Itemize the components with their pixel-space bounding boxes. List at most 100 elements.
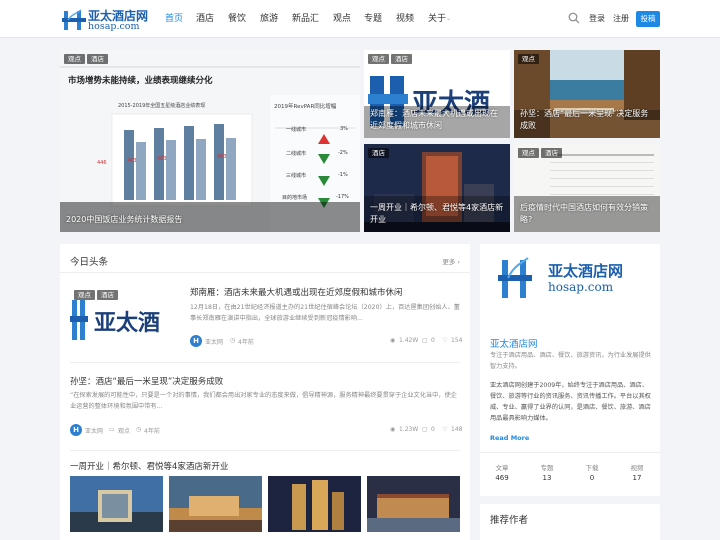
article-3-image-3[interactable]	[268, 476, 361, 532]
hero-card-1-title[interactable]: 郑南雁：酒店未来最大机遇或出现在近郊度假和城市休闲	[370, 108, 504, 132]
article-1-author[interactable]: 亚太网	[205, 337, 223, 346]
submit-article-button[interactable]: 投稿	[636, 11, 660, 27]
revpar-title: 2019年RevPAR同比增幅	[274, 104, 337, 110]
article-3-image-1[interactable]	[70, 476, 163, 532]
article-1-time: 4年前	[238, 339, 254, 346]
stat-videos-count[interactable]: 17	[615, 474, 659, 482]
clock-icon: ◷	[136, 426, 142, 433]
hero-chart-value: 483	[157, 156, 167, 162]
article-2-likes: 148	[451, 426, 463, 433]
read-more-link[interactable]: Read More	[490, 434, 529, 442]
tag-opinion[interactable]: 观点	[368, 54, 389, 64]
chevron-down-icon[interactable]: ⌄	[446, 0, 451, 38]
revpar-value: 3%	[340, 126, 348, 132]
nav-opinion[interactable]: 观点	[333, 0, 351, 38]
hero-image-heading: 市场增势未能持续，业绩表现继续分化	[68, 76, 213, 86]
article-1-title[interactable]: 郑南雁：酒店未来最大机遇或出现在近郊度假和城市休闲	[190, 286, 403, 298]
sidebar-logo-h-icon	[498, 257, 532, 298]
login-link[interactable]: 登录	[589, 13, 605, 24]
revpar-city: 一线城市	[286, 127, 307, 133]
tag-opinion[interactable]: 观点	[518, 148, 539, 158]
nav-dining[interactable]: 餐饮	[228, 0, 246, 38]
tag-hotel[interactable]: 酒店	[97, 290, 118, 300]
like-icon: ♡	[442, 426, 448, 433]
revpar-city: 三线城市	[286, 173, 307, 179]
tag-opinion[interactable]: 观点	[74, 290, 95, 300]
article-1-excerpt: 12月18日，在由21世纪经济报道主办的21世纪住宿峰会论坛（2020）上，百达…	[190, 304, 460, 322]
tag-hotel[interactable]: 酒店	[368, 148, 389, 158]
hero-card-2-title[interactable]: 孙坚：酒店“最后一米呈现”决定服务成败	[520, 108, 654, 132]
register-link[interactable]: 注册	[613, 13, 629, 24]
revpar-value: -2%	[338, 150, 348, 156]
article-3-image-2[interactable]	[169, 476, 262, 532]
nav-new-products[interactable]: 新品汇	[292, 0, 319, 38]
nav-topics[interactable]: 专题	[364, 0, 382, 38]
hero-chart-value: 446	[97, 160, 107, 166]
search-icon[interactable]	[568, 12, 580, 24]
logo-h-icon	[62, 9, 86, 30]
article-3-image-4[interactable]	[367, 476, 460, 532]
hero-main-card[interactable]: 市场增势未能持续，业绩表现继续分化 2015-2019年全国五星级酒店业绩表现 …	[60, 50, 360, 232]
section-title: 推荐作者	[490, 515, 529, 526]
hero-card-2[interactable]: 观点 孙坚：酒店“最后一米呈现”决定服务成败	[514, 50, 660, 138]
site-logo[interactable]: 亚太酒店网 hosap.com	[62, 7, 148, 33]
sidebar-about-panel: 亚太酒店网 hosap.com 亚太酒店网 专注于酒店用品、酒店、餐饮、旅游资讯…	[480, 244, 660, 496]
logo-english-text: hosap.com	[88, 21, 140, 32]
revpar-city: 目的地市场	[282, 195, 308, 201]
views-icon: ◉	[390, 426, 396, 433]
clock-icon: ◷	[230, 337, 236, 344]
article-2-comments: 0	[431, 426, 435, 433]
sidebar-logo-chinese: 亚太酒店网	[548, 262, 624, 280]
nav-hotel[interactable]: 酒店	[196, 0, 214, 38]
sidebar-about-text: 亚太酒店网创建于2009年，始终专注于酒店用品、酒店、餐饮、旅游等行业的资讯服务…	[490, 382, 651, 422]
today-headlines-panel: 今日头条 更多 › 亚太酒 观点 酒店 郑南雁：酒店未来最大机遇或出现在近郊度假…	[60, 244, 470, 540]
top-navigation-bar: 亚太酒店网 hosap.com 首页 酒店 餐饮 旅游 新品汇 观点 专题 视频…	[0, 0, 720, 38]
nav-travel[interactable]: 旅游	[260, 0, 278, 38]
nav-about[interactable]: 关于	[428, 0, 446, 38]
hero-card-3-title[interactable]: 一周开业｜希尔顿、君悦等4家酒店新开业	[370, 202, 504, 226]
hero-card-3[interactable]: 酒店 一周开业｜希尔顿、君悦等4家酒店新开业	[364, 144, 510, 232]
hero-card-4-title[interactable]: 后疫情时代中国酒店如何有效分销策略?	[520, 202, 654, 226]
stat-label: 下载	[585, 464, 599, 472]
more-link[interactable]: 更多 ›	[442, 256, 460, 266]
article-2-time: 4年前	[144, 428, 160, 435]
article-2-author[interactable]: 亚太网	[85, 426, 103, 435]
hero-card-1[interactable]: 亚太酒 观点 酒店 郑南雁：酒店未来最大机遇或出现在近郊度假和城市休闲	[364, 50, 510, 138]
sidebar-tagline: 专注于酒店用品、酒店、餐饮、旅游资讯，为行业发展提供智力支持。	[490, 352, 651, 370]
stat-topics-count[interactable]: 13	[525, 474, 569, 482]
like-icon: ♡	[442, 337, 448, 344]
tag-opinion[interactable]: 观点	[518, 54, 539, 64]
sidebar-logo-english: hosap.com	[548, 280, 614, 294]
nav-home[interactable]: 首页	[165, 0, 183, 38]
hero-chart-value: 463	[127, 158, 137, 164]
comment-icon: ▢	[422, 426, 428, 433]
divider	[480, 452, 660, 453]
divider	[70, 450, 460, 451]
stat-label: 文章	[495, 464, 509, 472]
comment-icon: ▢	[422, 337, 428, 344]
revpar-value: -17%	[336, 194, 349, 200]
svg-text:亚太酒: 亚太酒	[94, 311, 160, 336]
revpar-city: 二线城市	[286, 151, 307, 157]
tag-hotel[interactable]: 酒店	[87, 54, 108, 64]
article-2-category[interactable]: 观点	[118, 426, 130, 435]
recommended-authors-panel: 推荐作者	[480, 504, 660, 540]
hero-card-4[interactable]: 观点 酒店 后疫情时代中国酒店如何有效分销策略?	[514, 144, 660, 232]
divider	[60, 272, 470, 273]
stat-articles-count[interactable]: 469	[480, 474, 524, 482]
article-1-thumbnail[interactable]: 亚太酒 观点 酒店	[70, 286, 180, 348]
hero-main-title[interactable]: 2020中国饭店业务统计数据报告	[66, 214, 354, 226]
article-2-title[interactable]: 孙坚：酒店“最后一米呈现”决定服务成败	[70, 375, 223, 387]
article-3-title[interactable]: 一周开业｜希尔顿、君悦等4家酒店新开业	[70, 460, 228, 472]
author-avatar[interactable]: H	[70, 424, 82, 436]
author-avatar[interactable]: H	[190, 335, 202, 347]
tag-opinion[interactable]: 观点	[64, 54, 85, 64]
article-2-excerpt: “在探索发展的可能性中，只要是一个对的事情，我们都会用出对家专业的态度来做，倡导…	[70, 392, 457, 410]
nav-video[interactable]: 视频	[396, 0, 414, 38]
tag-hotel[interactable]: 酒店	[541, 148, 562, 158]
stat-downloads-count[interactable]: 0	[570, 474, 614, 482]
tag-hotel[interactable]: 酒店	[391, 54, 412, 64]
hero-chart-title: 2015-2019年全国五星级酒店业绩表现	[118, 103, 206, 109]
article-1-views: 1.42W	[399, 337, 419, 344]
sidebar-site-name[interactable]: 亚太酒店网	[490, 336, 538, 350]
